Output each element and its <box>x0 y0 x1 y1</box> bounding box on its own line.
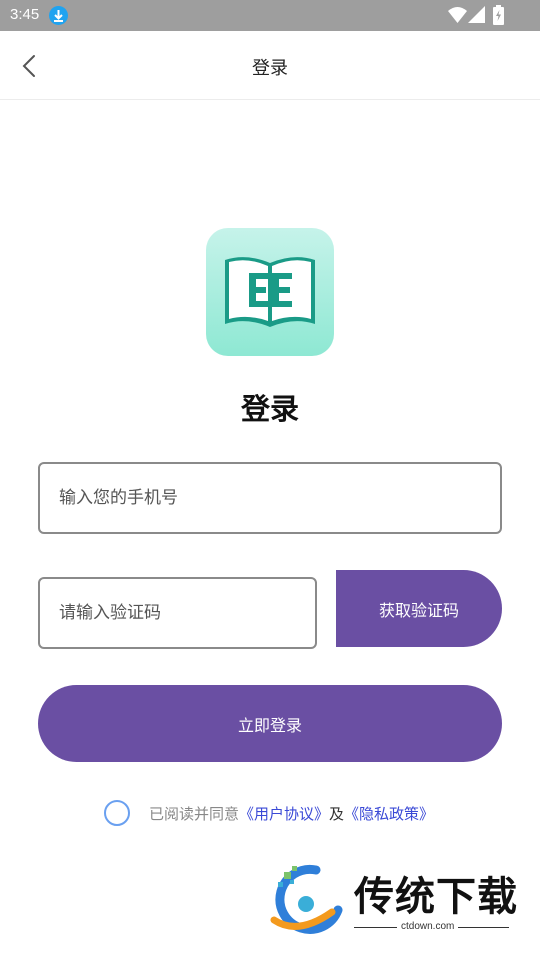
agreement-and: 及 <box>329 804 345 823</box>
get-verification-code-button[interactable]: 获取验证码 <box>336 570 502 647</box>
cellular-signal-icon <box>468 6 485 28</box>
login-button[interactable]: 立即登录 <box>38 685 502 762</box>
privacy-policy-link[interactable]: 《隐私政策》 <box>344 803 434 824</box>
watermark-brand: 传统下载 <box>354 874 518 920</box>
login-screen: 3:45 登录 登录 获取验证码 <box>0 0 540 960</box>
verification-code-field <box>38 577 317 649</box>
watermark-logo-icon <box>270 864 343 934</box>
top-nav-bar: 登录 <box>0 31 540 100</box>
agreement-row: 已阅读并同意 《用户协议》 及 《隐私政策》 <box>104 799 434 827</box>
agreement-prefix: 已阅读并同意 <box>149 804 240 823</box>
battery-icon <box>493 5 504 29</box>
app-logo <box>206 228 334 356</box>
status-time: 3:45 <box>10 6 40 23</box>
wifi-icon <box>448 6 467 28</box>
verification-code-input[interactable] <box>40 579 315 647</box>
open-book-icon <box>225 257 315 327</box>
status-bar: 3:45 <box>0 0 540 31</box>
watermark-url: ctdown.com <box>397 921 459 932</box>
watermark: 传统下载 ctdown.com <box>268 862 518 940</box>
phone-field <box>38 462 502 534</box>
page-title: 登录 <box>252 58 288 79</box>
agreement-checkbox[interactable] <box>104 800 130 826</box>
login-heading: 登录 <box>240 392 299 426</box>
user-agreement-link[interactable]: 《用户协议》 <box>239 803 329 824</box>
phone-input[interactable] <box>40 464 500 532</box>
download-notification-icon <box>49 6 68 25</box>
